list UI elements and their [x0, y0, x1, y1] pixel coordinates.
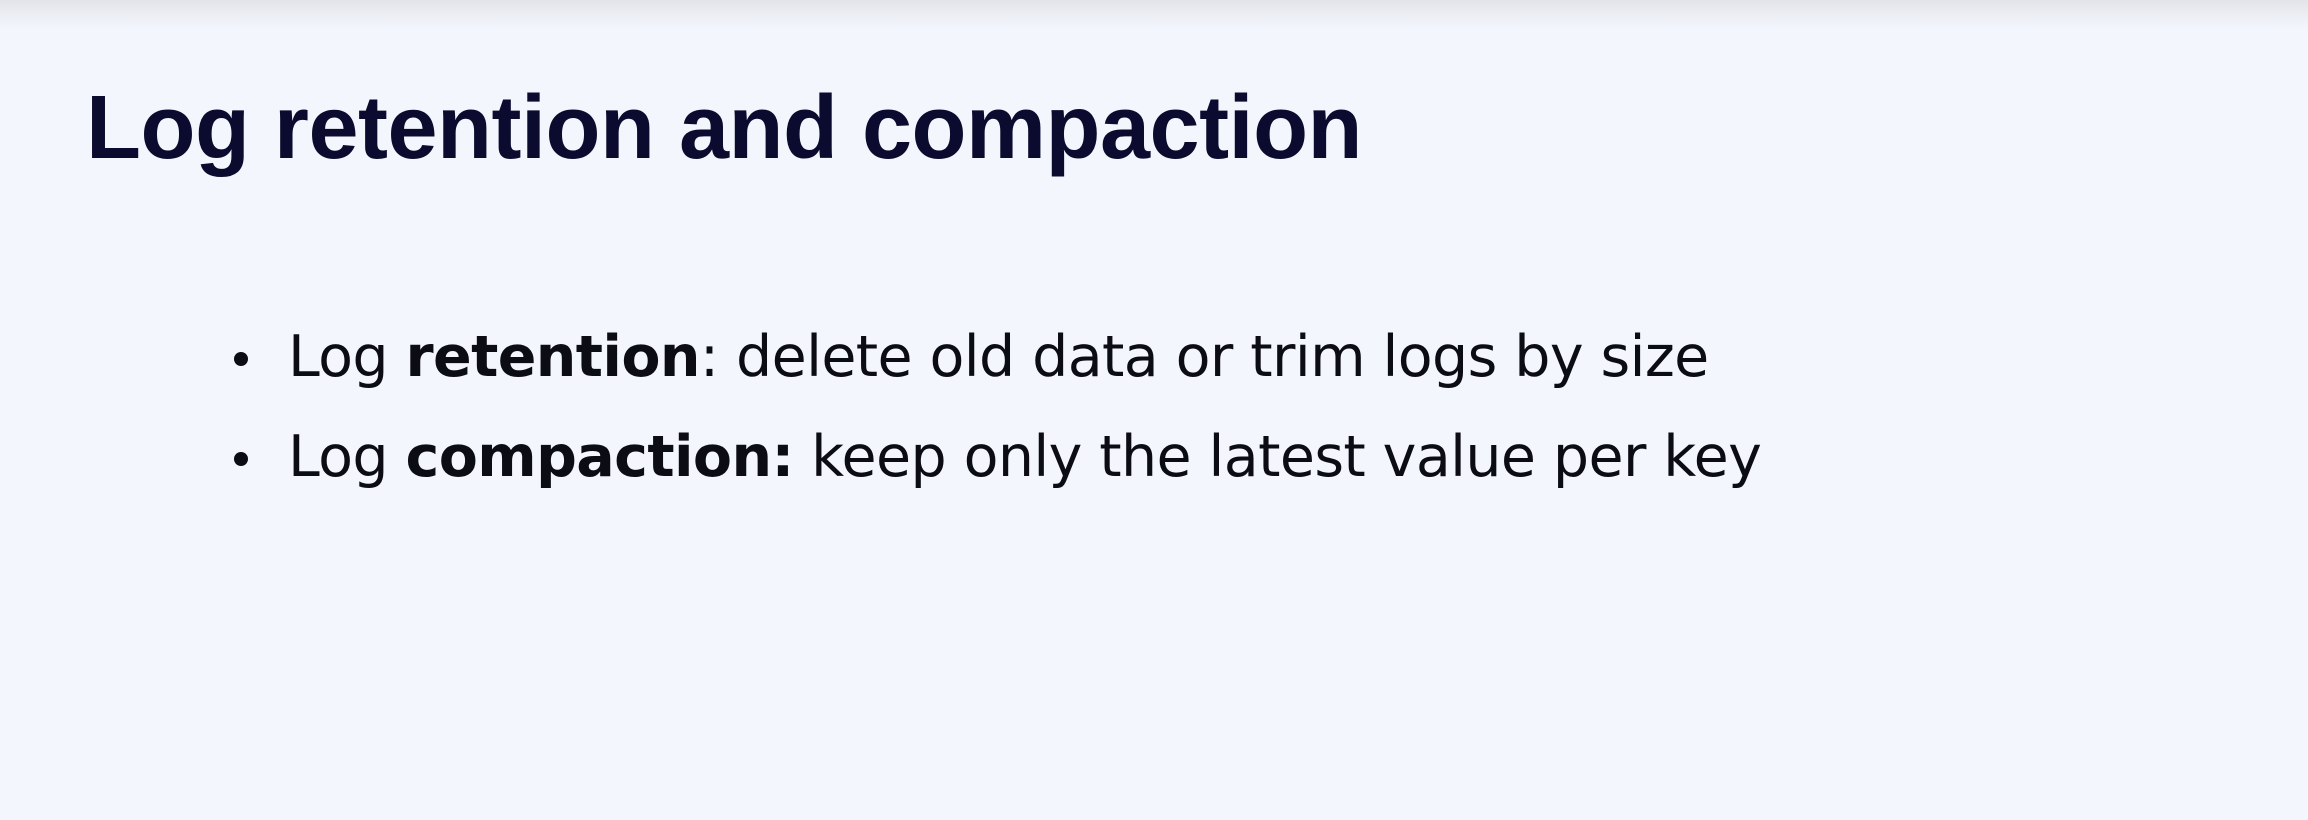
top-shadow — [0, 0, 2308, 30]
bullet-prefix: Log — [288, 424, 406, 490]
bullet-text: Log retention: delete old data or trim l… — [288, 318, 1709, 396]
slide-title: Log retention and compaction — [86, 78, 1363, 178]
bullet-rest: keep only the latest value per key — [793, 424, 1762, 490]
bullet-term: compaction: — [405, 424, 795, 490]
bullet-dot-icon — [234, 352, 248, 366]
bullet-prefix: Log — [288, 324, 406, 390]
bullet-rest: : delete old data or trim logs by size — [699, 324, 1709, 390]
bullet-term: retention — [405, 324, 701, 390]
bullet-text: Log compaction: keep only the latest val… — [288, 418, 1762, 496]
bullet-dot-icon — [234, 452, 248, 466]
slide: Log retention and compaction Log retenti… — [0, 0, 2308, 820]
